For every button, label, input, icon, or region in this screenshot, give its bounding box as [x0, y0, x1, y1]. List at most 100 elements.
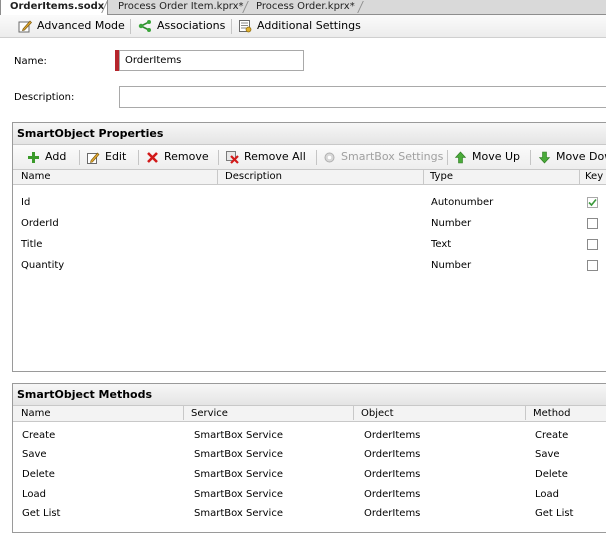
associations-label: Associations — [157, 19, 226, 32]
table-row[interactable]: Get List SmartBox Service OrderItems Get… — [13, 504, 606, 523]
method-name: Create — [22, 430, 56, 441]
column-name[interactable]: Name — [16, 406, 51, 420]
methods-panel: SmartObject Methods Name Service Object … — [12, 383, 606, 533]
smartbox-settings-icon — [323, 151, 336, 164]
smartbox-settings-label: SmartBox Settings — [341, 150, 444, 163]
method-service: SmartBox Service — [194, 430, 283, 441]
table-row[interactable]: Title Text — [13, 234, 606, 255]
property-name: Title — [21, 239, 43, 250]
name-input[interactable]: OrderItems — [119, 50, 304, 71]
column-key[interactable]: Key — [580, 170, 603, 184]
edit-label: Edit — [105, 150, 127, 163]
column-divider[interactable] — [183, 406, 184, 420]
remove-label: Remove — [164, 150, 209, 163]
properties-header: SmartObject Properties — [13, 123, 606, 145]
method-service: SmartBox Service — [194, 489, 283, 500]
red-x-icon — [146, 151, 159, 164]
remove-all-icon — [226, 150, 239, 164]
methods-header: SmartObject Methods — [13, 384, 606, 406]
column-divider[interactable] — [423, 170, 424, 184]
table-row[interactable]: Save SmartBox Service OrderItems Save — [13, 445, 606, 464]
column-method[interactable]: Method — [528, 406, 571, 420]
advanced-mode-label: Advanced Mode — [37, 19, 125, 32]
smartbox-settings-button[interactable]: SmartBox Settings — [323, 149, 443, 165]
toolbar-divider — [530, 150, 531, 165]
column-object[interactable]: Object — [356, 406, 394, 420]
additional-settings-label: Additional Settings — [257, 19, 361, 32]
associations-icon — [138, 19, 152, 33]
tab-orderitems-sodx[interactable]: OrderItems.sodx — [0, 0, 109, 15]
advanced-mode-button[interactable]: Advanced Mode — [18, 18, 125, 34]
key-checkbox[interactable] — [587, 218, 598, 229]
property-type: Autonumber — [431, 197, 494, 208]
method-service: SmartBox Service — [194, 469, 283, 480]
remove-all-button[interactable]: Remove All — [226, 149, 306, 165]
property-name: Quantity — [21, 260, 65, 271]
table-row[interactable]: Id Autonumber — [13, 192, 606, 213]
property-name: Id — [21, 197, 31, 208]
column-name[interactable]: Name — [16, 170, 51, 184]
column-service[interactable]: Service — [186, 406, 228, 420]
toolbar-divider — [316, 150, 317, 165]
arrow-down-icon — [538, 151, 551, 164]
column-divider[interactable] — [525, 406, 526, 420]
method-object: OrderItems — [364, 449, 421, 460]
toolbar-divider — [79, 150, 80, 165]
key-checkbox-checked[interactable] — [587, 197, 598, 208]
table-row[interactable]: Quantity Number — [13, 255, 606, 276]
edit-button[interactable]: Edit — [87, 149, 126, 165]
toolbar-divider — [130, 19, 131, 34]
method-method: Delete — [535, 469, 568, 480]
tab-process-order-item[interactable]: Process Order Item.kprx* — [104, 0, 248, 14]
method-name: Save — [22, 449, 47, 460]
property-type: Number — [431, 260, 472, 271]
tab-strip: OrderItems.sodx Process Order Item.kprx*… — [0, 0, 606, 15]
pencil-edit-icon — [87, 151, 100, 164]
description-input[interactable] — [119, 86, 606, 108]
method-object: OrderItems — [364, 430, 421, 441]
key-checkbox[interactable] — [587, 260, 598, 271]
designer-toolbar: Advanced Mode Associations Additional Se… — [0, 15, 606, 38]
method-object: OrderItems — [364, 508, 421, 519]
associations-button[interactable]: Associations — [138, 18, 225, 34]
column-divider[interactable] — [217, 170, 218, 184]
property-type: Number — [431, 218, 472, 229]
additional-settings-button[interactable]: Additional Settings — [238, 18, 361, 34]
toolbar-divider — [138, 150, 139, 165]
table-row[interactable]: Create SmartBox Service OrderItems Creat… — [13, 426, 606, 445]
toolbar-divider — [218, 150, 219, 165]
table-row[interactable]: Delete SmartBox Service OrderItems Delet… — [13, 465, 606, 484]
table-row[interactable]: OrderId Number — [13, 213, 606, 234]
move-down-button[interactable]: Move Dow — [538, 149, 606, 165]
table-row[interactable]: Load SmartBox Service OrderItems Load — [13, 485, 606, 504]
remove-button[interactable]: Remove — [146, 149, 209, 165]
key-checkbox[interactable] — [587, 239, 598, 250]
plus-icon — [27, 151, 40, 164]
description-label: Description: — [14, 92, 75, 103]
method-method: Get List — [535, 508, 574, 519]
arrow-up-icon — [454, 151, 467, 164]
method-method: Load — [535, 489, 559, 500]
add-label: Add — [45, 150, 67, 163]
move-down-label: Move Dow — [556, 150, 606, 163]
properties-toolbar: Add Edit Remove Remove All SmartBox Sett… — [13, 145, 606, 170]
column-divider[interactable] — [353, 406, 354, 420]
column-type[interactable]: Type — [425, 170, 453, 184]
method-object: OrderItems — [364, 489, 421, 500]
tab-process-order[interactable]: Process Order.kprx* — [242, 0, 359, 14]
toolbar-divider — [447, 150, 448, 165]
method-service: SmartBox Service — [194, 508, 283, 519]
column-description[interactable]: Description — [220, 170, 282, 184]
methods-column-header: Name Service Object Method — [13, 406, 606, 422]
toolbar-divider — [231, 19, 232, 34]
method-object: OrderItems — [364, 469, 421, 480]
add-button[interactable]: Add — [27, 149, 66, 165]
method-name: Delete — [22, 469, 55, 480]
remove-all-label: Remove All — [244, 150, 306, 163]
method-method: Create — [535, 430, 569, 441]
properties-column-header: Name Description Type Key — [13, 170, 606, 185]
move-up-button[interactable]: Move Up — [454, 149, 520, 165]
name-label: Name: — [14, 56, 47, 67]
properties-panel: SmartObject Properties Add Edit Remove R… — [12, 122, 606, 372]
method-method: Save — [535, 449, 560, 460]
